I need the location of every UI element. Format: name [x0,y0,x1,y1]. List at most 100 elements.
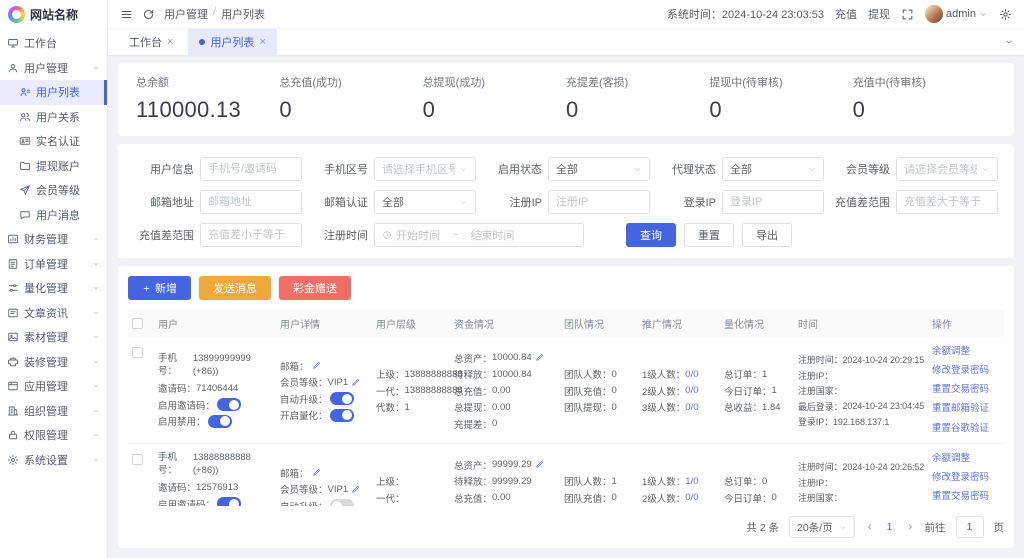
close-icon[interactable]: × [167,36,173,48]
pencil-icon[interactable] [535,353,544,362]
table-header: 用户用户详情用户层级资金情况团队情况推广情况量化情况时间操作 [128,309,1004,337]
op-link[interactable]: 修改登录密码 [932,363,1000,380]
row-checkbox[interactable] [132,347,143,358]
export-button[interactable]: 导出 [742,223,792,247]
op-link[interactable]: 余额调整 [932,344,1000,361]
op-link[interactable]: 重置谷歌验证 [932,421,1000,438]
page-size-select[interactable]: 20条/页 [789,516,855,538]
search-button[interactable]: 查询 [626,223,676,247]
register-ip-field[interactable] [556,196,642,208]
op-link[interactable]: 重置邮箱验证 [932,401,1000,418]
email-address-input[interactable] [200,190,302,214]
sidebar-item-system[interactable]: 系统设置 [0,448,107,473]
tabbar-chevron-down-icon[interactable] [1004,37,1014,47]
time-value: 2024-10-24 20:26:52 [843,462,925,472]
agent-status-select[interactable]: 全部 [722,157,824,181]
register-time-daterange[interactable]: 开始时间~结束时间 [374,223,584,247]
user-value: 13888888888 (+86)) [193,452,272,478]
sidebar-item-permission[interactable]: 权限管理 [0,423,107,448]
goto-page-input[interactable] [956,516,984,538]
sidebar-item-order[interactable]: 订单管理 [0,252,107,277]
cell-funds: 总资产：10000.84待释放：10000.84总充值：0.00总提现：0.00… [450,344,560,437]
prev-page-icon[interactable] [865,522,875,532]
op-link[interactable]: 重置交易密码 [932,382,1000,399]
send-message-button[interactable]: 发送消息 [199,276,271,300]
next-page-icon[interactable] [905,522,915,532]
toggle[interactable] [208,415,232,428]
chevron-down-icon [92,431,100,439]
op-link[interactable]: 余额调整 [932,451,1000,468]
pencil-icon[interactable] [312,468,321,477]
sidebar-item-material[interactable]: 素材管理 [0,325,107,350]
select-value: 请选择手机区号 [382,161,455,177]
tab-workbench[interactable]: 工作台× [118,29,184,55]
email-address-field[interactable] [208,196,294,208]
row-checkbox[interactable] [132,454,143,465]
recharge-diff-max-input[interactable] [200,223,302,247]
sidebar-item-article[interactable]: 文章资讯 [0,301,107,326]
toggle[interactable] [330,499,354,506]
filter-label: 邮箱地址 [132,194,194,210]
login-ip-input[interactable] [722,190,824,214]
email-auth-select[interactable]: 全部 [374,190,476,214]
op-link[interactable]: 修改登录密码 [932,470,1000,487]
toggle[interactable] [217,497,241,506]
user-info-input[interactable] [200,157,302,181]
recharge-diff-min-field[interactable] [904,196,990,208]
brand[interactable]: 网站名称 [0,0,107,28]
app-root: 网站名称 工作台用户管理用户列表用户关系实名认证提现账户会员等级用户消息财务管理… [0,0,1024,558]
pencil-icon[interactable] [351,378,360,387]
fullscreen-icon[interactable] [901,8,914,21]
pencil-icon[interactable] [535,460,544,469]
pencil-icon[interactable] [351,485,360,494]
toggle[interactable] [330,392,354,405]
settings-gear-icon[interactable] [999,8,1012,21]
toggle[interactable] [330,409,354,422]
sidebar-item-user-list[interactable]: 用户列表 [0,80,107,105]
funds-line: 总充值：0.00 [454,384,556,398]
sidebar-item-user-message[interactable]: 用户消息 [0,203,107,228]
sidebar-item-finance[interactable]: 财务管理 [0,227,107,252]
sidebar-item-user-management[interactable]: 用户管理 [0,56,107,81]
recharge-diff-max-field[interactable] [208,229,294,241]
login-ip-field[interactable] [730,196,816,208]
select-all-checkbox[interactable] [132,318,143,329]
sidebar-item-decoration[interactable]: 装修管理 [0,350,107,375]
register-ip-input[interactable] [548,190,650,214]
withdraw-link[interactable]: 提现 [868,6,890,22]
hierarchy-line: 一代： [376,491,446,505]
sidebar-item-member-level[interactable]: 会员等级 [0,178,107,203]
add-button[interactable]: 新增 [128,276,191,300]
user-info-field[interactable] [208,163,294,175]
hamburger-icon[interactable] [120,8,133,21]
enable-status-select[interactable]: 全部 [548,157,650,181]
sidebar-item-quant[interactable]: 量化管理 [0,276,107,301]
bonus-gift-button[interactable]: 彩金赠送 [279,276,351,300]
member-level-select[interactable]: 请选择会员等级 [896,157,998,181]
sidebar-item-application[interactable]: 应用管理 [0,374,107,399]
cell-funds: 总资产：99999.29待释放：99999.29总充值：0.00总提现：0.00… [450,451,560,506]
recharge-diff-min-input[interactable] [896,190,998,214]
sidebar-item-user-relation[interactable]: 用户关系 [0,105,107,130]
sidebar-item-realname-auth[interactable]: 实名认证 [0,129,107,154]
sidebar-item-withdraw-account[interactable]: 提现账户 [0,154,107,179]
user-value: 13899999999 (+86)) [193,353,272,379]
toggle[interactable] [217,398,241,411]
current-page[interactable]: 1 [885,521,895,533]
pencil-icon[interactable] [312,361,321,370]
column-header: 量化情况 [720,316,794,331]
reset-button[interactable]: 重置 [684,223,734,247]
refresh-icon[interactable] [142,8,155,21]
message-icon [19,209,31,221]
tab-user-list[interactable]: 用户列表× [188,29,276,55]
phone-area-select[interactable]: 请选择手机区号 [374,157,476,181]
user-menu[interactable]: admin [925,5,988,23]
breadcrumb-parent[interactable]: 用户管理 [164,6,208,22]
close-icon[interactable]: × [259,36,265,48]
op-link[interactable]: 重置交易密码 [932,489,1000,506]
sidebar-item-organization[interactable]: 组织管理 [0,399,107,424]
recharge-link[interactable]: 充值 [835,6,857,22]
select-value: 全部 [382,194,404,210]
sidebar-item-workbench[interactable]: 工作台 [0,31,107,56]
time-line: 注册国家： [798,384,924,397]
